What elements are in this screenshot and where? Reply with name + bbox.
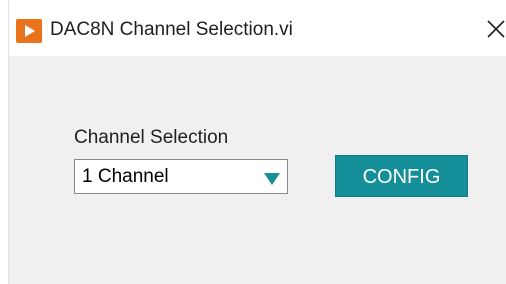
title-bar: DAC8N Channel Selection.vi (9, 0, 506, 56)
channel-selection-label: Channel Selection (74, 127, 229, 148)
dropdown-arrow-icon (264, 173, 280, 185)
dialog-content: Channel Selection 1 Channel CONFIG (9, 56, 506, 284)
labview-play-icon (16, 19, 42, 43)
config-button[interactable]: CONFIG (335, 155, 468, 197)
dialog-window: DAC8N Channel Selection.vi Channel Selec… (8, 0, 506, 284)
close-button[interactable] (485, 18, 506, 40)
channel-selection-value: 1 Channel (82, 166, 169, 187)
window-title: DAC8N Channel Selection.vi (50, 19, 293, 40)
close-icon (487, 20, 505, 38)
channel-selection-dropdown[interactable]: 1 Channel (74, 159, 288, 194)
